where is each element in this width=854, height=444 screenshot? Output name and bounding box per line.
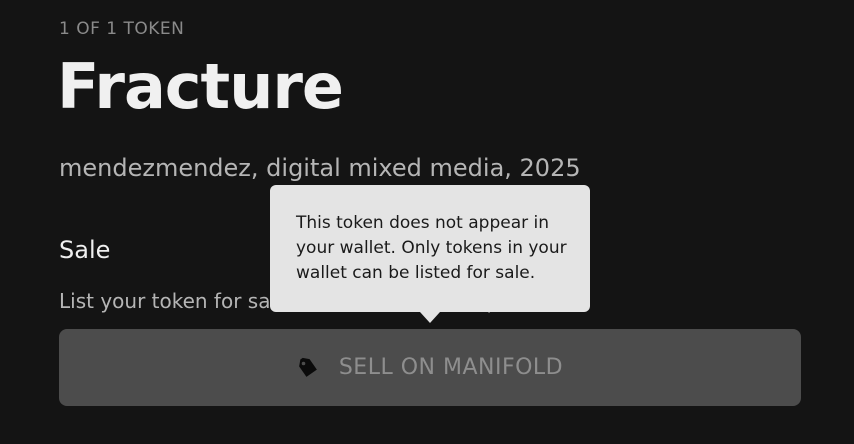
token-meta: mendezmendez, digital mixed media, 2025 (59, 154, 581, 182)
sell-on-manifold-button[interactable]: SELL ON MANIFOLD (59, 329, 801, 406)
tag-icon (297, 357, 319, 379)
sell-button-label: SELL ON MANIFOLD (338, 355, 564, 380)
wallet-warning-tooltip: This token does not appear in your walle… (270, 185, 590, 312)
sale-heading: Sale (59, 236, 111, 264)
tooltip-arrow (420, 312, 440, 323)
token-page: 1 OF 1 TOKEN Fracture mendezmendez, digi… (0, 0, 854, 444)
token-title: Fracture (57, 50, 344, 123)
edition-label: 1 OF 1 TOKEN (59, 19, 185, 39)
